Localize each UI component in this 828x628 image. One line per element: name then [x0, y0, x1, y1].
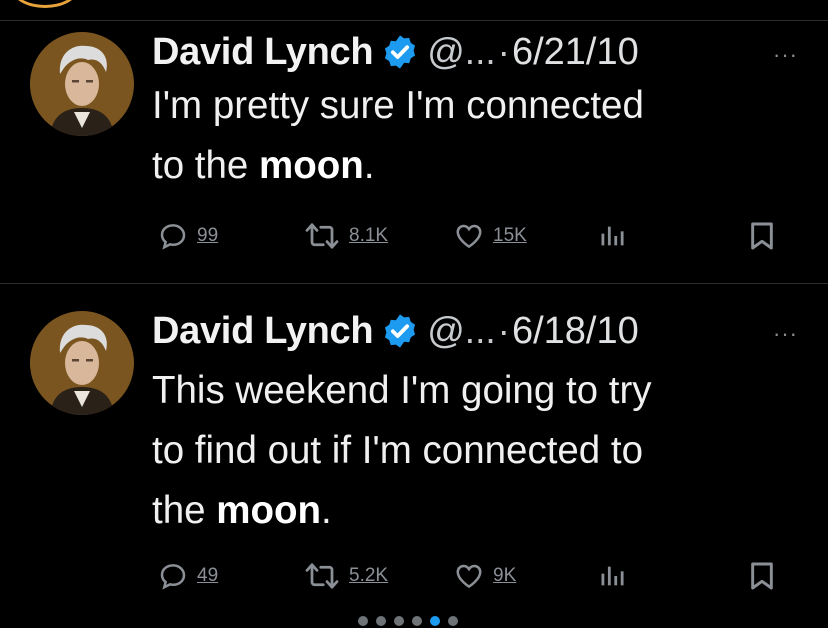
tweet-date[interactable]: 6/21/10	[512, 31, 639, 74]
heart-icon	[452, 561, 486, 591]
views-button[interactable]	[598, 219, 626, 253]
avatar[interactable]	[30, 311, 134, 415]
page-dot[interactable]	[448, 616, 458, 626]
tweet-text: This weekend I'm going to try to find ou…	[152, 361, 652, 541]
bookmark-icon	[746, 220, 778, 252]
tweet-text: I'm pretty sure I'm connected to the moo…	[152, 76, 644, 196]
tweet-item[interactable]: David Lynch @... · 6/21/10 ··· I'm prett…	[0, 24, 828, 282]
text-segment: .	[321, 489, 332, 532]
retweet-icon	[302, 221, 342, 251]
verified-badge-icon	[381, 33, 419, 71]
divider	[0, 283, 828, 284]
retweet-count: 8.1K	[349, 225, 389, 246]
page-indicator	[340, 612, 490, 628]
verified-badge-icon	[381, 312, 419, 350]
divider	[0, 20, 828, 21]
views-icon	[598, 562, 626, 590]
views-icon	[598, 222, 626, 250]
tweet-date[interactable]: 6/18/10	[512, 310, 639, 353]
author-handle[interactable]: @...	[427, 31, 495, 73]
more-icon[interactable]: ···	[773, 321, 798, 347]
bookmark-icon	[746, 560, 778, 592]
action-bar: 99 8.1K 15K	[0, 219, 828, 253]
bookmark-button[interactable]	[746, 219, 778, 253]
like-button[interactable]: 15K	[452, 219, 527, 253]
profile-ring-partial	[12, 0, 78, 8]
retweet-icon	[302, 561, 342, 591]
like-count: 15K	[493, 225, 527, 246]
views-button[interactable]	[598, 559, 626, 593]
reply-count: 49	[197, 565, 219, 586]
reply-button[interactable]: 49	[156, 559, 218, 593]
avatar[interactable]	[30, 32, 134, 136]
page-dot-active[interactable]	[430, 616, 440, 626]
retweet-button[interactable]: 8.1K	[302, 219, 388, 253]
tweet-text-line: to find out if I'm connected to	[152, 429, 644, 472]
text-segment: the	[152, 489, 217, 532]
author-handle[interactable]: @...	[427, 310, 495, 352]
tweet-text-line: to the moon.	[152, 136, 644, 196]
more-icon[interactable]: ···	[773, 42, 798, 68]
text-segment: to the	[152, 144, 260, 187]
bold-text: moon	[216, 489, 322, 532]
like-count: 9K	[493, 565, 517, 586]
bold-text: moon	[259, 144, 364, 187]
reply-icon	[156, 561, 190, 591]
bookmark-button[interactable]	[746, 559, 778, 593]
action-bar: 49 5.2K 9K	[0, 559, 828, 593]
tweet-text-line: I'm pretty sure I'm connected	[152, 84, 644, 127]
tweet-text-line: the moon.	[152, 481, 652, 541]
page-dot[interactable]	[376, 616, 386, 626]
like-button[interactable]: 9K	[452, 559, 516, 593]
separator: ·	[497, 31, 510, 72]
retweet-count: 5.2K	[349, 565, 389, 586]
page-dot[interactable]	[394, 616, 404, 626]
heart-icon	[452, 221, 486, 251]
author-name[interactable]: David Lynch	[152, 310, 374, 353]
tweet-header: David Lynch @... · 6/21/10	[152, 24, 639, 80]
tweet-text-line: This weekend I'm going to try	[152, 369, 652, 412]
retweet-button[interactable]: 5.2K	[302, 559, 388, 593]
author-name[interactable]: David Lynch	[152, 31, 374, 74]
page-dot[interactable]	[358, 616, 368, 626]
reply-button[interactable]: 99	[156, 219, 218, 253]
reply-icon	[156, 221, 190, 251]
reply-count: 99	[197, 225, 219, 246]
tweet-item[interactable]: David Lynch @... · 6/18/10 ··· This week…	[0, 303, 828, 615]
tweet-header: David Lynch @... · 6/18/10	[152, 303, 639, 359]
text-segment: .	[363, 144, 375, 187]
page-dot[interactable]	[412, 616, 422, 626]
separator: ·	[497, 310, 510, 351]
